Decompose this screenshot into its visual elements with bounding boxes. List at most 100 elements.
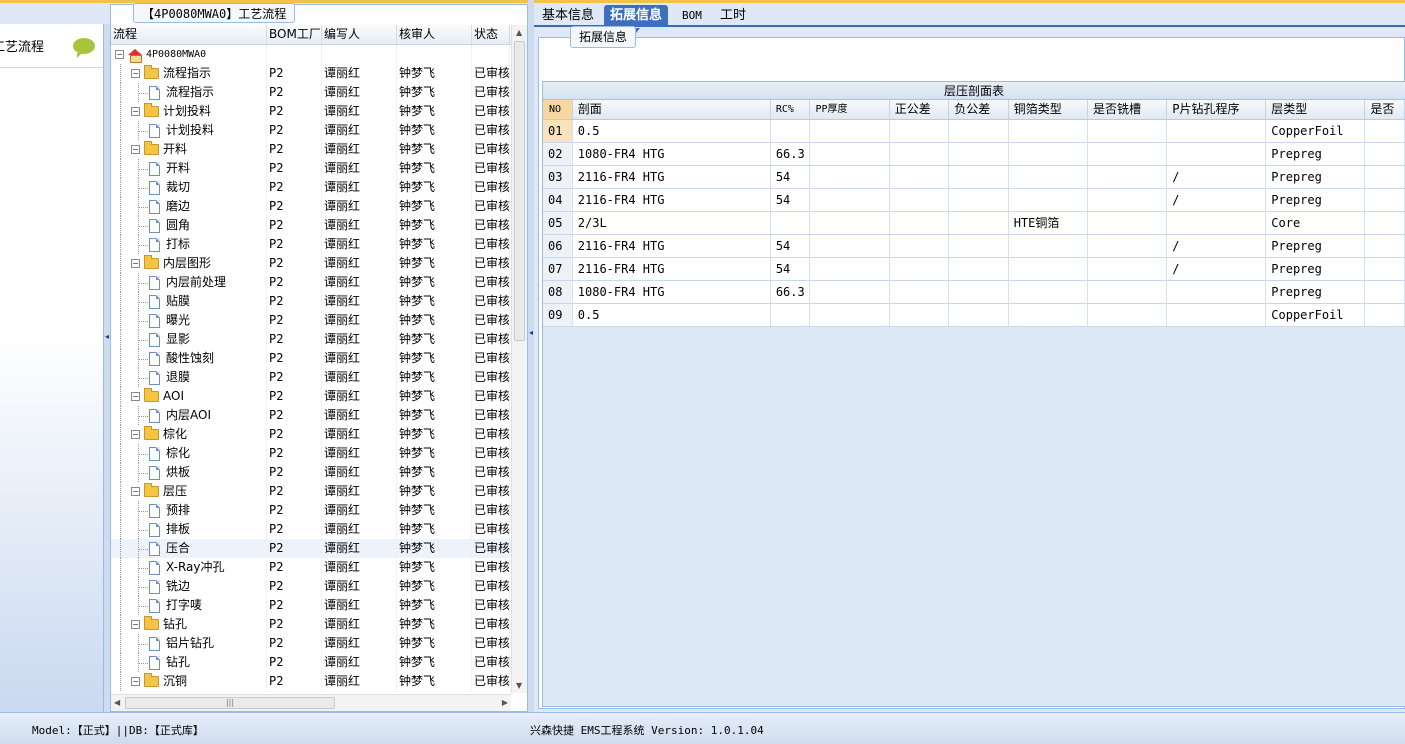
tree-row[interactable]: 圆角 P2 谭丽红 钟梦飞 已审核 (111, 216, 527, 235)
tree-node[interactable]: 流程指示 (149, 83, 214, 102)
tree-row[interactable]: 计划投料 P2 谭丽红 钟梦飞 已审核 (111, 121, 527, 140)
tree-row[interactable]: 钻孔 P2 谭丽红 钟梦飞 已审核 (111, 653, 527, 672)
stack-cell-drill[interactable]: / (1167, 166, 1267, 188)
stack-cell-pos[interactable] (890, 143, 950, 165)
stack-cell-pos[interactable] (890, 281, 950, 303)
stack-cell-rc[interactable]: 66.3 (771, 143, 811, 165)
tree-row[interactable]: 排板 P2 谭丽红 钟梦飞 已审核 (111, 520, 527, 539)
tree-row[interactable]: 烘板 P2 谭丽红 钟梦飞 已审核 (111, 463, 527, 482)
stack-cell-neg[interactable] (949, 281, 1009, 303)
stack-cell-cu[interactable] (1009, 166, 1088, 188)
stack-column-header[interactable]: 是否铣槽 (1088, 100, 1168, 119)
stack-cell-extra[interactable] (1365, 212, 1405, 234)
collapse-toggle-icon[interactable]: − (131, 259, 140, 268)
stack-cell-rc[interactable]: 54 (771, 235, 811, 257)
stack-table-row[interactable]: 08 1080-FR4 HTG 66.3 Prepreg (543, 281, 1405, 304)
tree-node[interactable]: 压合 (149, 539, 190, 558)
stack-table-row[interactable]: 06 2116-FR4 HTG 54 /Prepreg (543, 235, 1405, 258)
tree-node[interactable]: − AOI (131, 387, 184, 406)
stack-cell-cu[interactable]: HTE铜箔 (1009, 212, 1088, 234)
tab-extension-info[interactable]: 拓展信息 (604, 5, 669, 33)
tree-node[interactable]: − 4P0080MWA0 (115, 45, 206, 64)
tree-node[interactable]: 开料 (149, 159, 190, 178)
tree-row[interactable]: 铝片钻孔 P2 谭丽红 钟梦飞 已审核 (111, 634, 527, 653)
tree-node[interactable]: 贴膜 (149, 292, 190, 311)
tree-row[interactable]: 曝光 P2 谭丽红 钟梦飞 已审核 (111, 311, 527, 330)
stack-cell-neg[interactable] (949, 166, 1009, 188)
tree-node[interactable]: − 层压 (131, 482, 187, 501)
stack-cell-type[interactable]: Prepreg (1266, 258, 1366, 280)
tree-row[interactable]: − 层压 P2 谭丽红 钟梦飞 已审核 (111, 482, 527, 501)
stack-cell-neg[interactable] (949, 120, 1009, 142)
tree-node[interactable]: X-Ray冲孔 (149, 558, 224, 577)
tree-node[interactable]: − 内层图形 (131, 254, 211, 273)
stack-cell-cu[interactable] (1009, 143, 1088, 165)
stack-cell-mill[interactable] (1088, 166, 1168, 188)
stack-cell-pp[interactable] (810, 143, 890, 165)
collapse-toggle-icon[interactable]: − (131, 69, 140, 78)
tree-vscroll-thumb[interactable] (514, 41, 525, 341)
stack-cell-type[interactable]: Prepreg (1266, 166, 1366, 188)
tree-row[interactable]: 磨边 P2 谭丽红 钟梦飞 已审核 (111, 197, 527, 216)
stack-column-header[interactable]: NO (543, 100, 573, 119)
stack-cell-drill[interactable]: / (1167, 235, 1267, 257)
tree-row[interactable]: − 计划投料 P2 谭丽红 钟梦飞 已审核 (111, 102, 527, 121)
stack-cell-drill[interactable]: / (1167, 189, 1267, 211)
stack-column-header[interactable]: PP厚度 (810, 100, 890, 119)
stack-cell-section[interactable]: 2116-FR4 HTG (573, 189, 771, 211)
tree-column-header[interactable]: 编写人 (322, 25, 397, 44)
tree-horizontal-scrollbar[interactable]: ◀ ||| ▶ (111, 694, 511, 711)
collapse-toggle-icon[interactable]: − (131, 107, 140, 116)
stack-column-header[interactable]: P片钻孔程序 (1167, 100, 1267, 119)
tree-row[interactable]: 退膜 P2 谭丽红 钟梦飞 已审核 (111, 368, 527, 387)
stack-cell-rc[interactable]: 54 (771, 258, 811, 280)
stack-cell-extra[interactable] (1365, 120, 1405, 142)
stack-cell-no[interactable]: 07 (543, 258, 573, 280)
stack-cell-mill[interactable] (1088, 120, 1168, 142)
stack-cell-extra[interactable] (1365, 235, 1405, 257)
tree-row[interactable]: − 沉铜 P2 谭丽红 钟梦飞 已审核 (111, 672, 527, 691)
stack-cell-pp[interactable] (810, 304, 890, 326)
stack-cell-cu[interactable] (1009, 258, 1088, 280)
stack-cell-pp[interactable] (810, 166, 890, 188)
collapse-toggle-icon[interactable]: − (131, 620, 140, 629)
tab-basic-info[interactable]: 基本信息 (536, 5, 600, 27)
stack-cell-pp[interactable] (810, 189, 890, 211)
tree-row[interactable]: 预排 P2 谭丽红 钟梦飞 已审核 (111, 501, 527, 520)
stack-cell-type[interactable]: CopperFoil (1266, 120, 1366, 142)
stack-cell-drill[interactable] (1167, 212, 1267, 234)
stack-cell-neg[interactable] (949, 258, 1009, 280)
stack-table-row[interactable]: 05 2/3L HTE铜箔 Core (543, 212, 1405, 235)
stack-table-row[interactable]: 04 2116-FR4 HTG 54 /Prepreg (543, 189, 1405, 212)
scroll-up-icon[interactable]: ▲ (516, 28, 522, 37)
tree-row[interactable]: − AOI P2 谭丽红 钟梦飞 已审核 (111, 387, 527, 406)
tree-row[interactable]: 棕化 P2 谭丽红 钟梦飞 已审核 (111, 444, 527, 463)
stack-cell-section[interactable]: 2/3L (573, 212, 771, 234)
tree-node[interactable]: 烘板 (149, 463, 190, 482)
tree-node[interactable]: 打标 (149, 235, 190, 254)
stack-cell-rc[interactable]: 66.3 (771, 281, 811, 303)
tree-column-header[interactable]: 核审人 (397, 25, 472, 44)
tree-row[interactable]: 贴膜 P2 谭丽红 钟梦飞 已审核 (111, 292, 527, 311)
tree-row[interactable]: 打标 P2 谭丽红 钟梦飞 已审核 (111, 235, 527, 254)
stack-cell-pos[interactable] (890, 258, 950, 280)
tree-column-header[interactable]: BOM工厂 (267, 25, 322, 44)
stack-cell-pos[interactable] (890, 212, 950, 234)
tree-row[interactable]: 打字唛 P2 谭丽红 钟梦飞 已审核 (111, 596, 527, 615)
tree-node[interactable]: 圆角 (149, 216, 190, 235)
tree-row[interactable]: 铣边 P2 谭丽红 钟梦飞 已审核 (111, 577, 527, 596)
collapse-toggle-icon[interactable]: − (131, 145, 140, 154)
stack-cell-section[interactable]: 0.5 (573, 120, 771, 142)
tree-node[interactable]: 曝光 (149, 311, 190, 330)
stack-cell-rc[interactable]: 54 (771, 189, 811, 211)
tree-node[interactable]: − 计划投料 (131, 102, 211, 121)
stack-cell-pp[interactable] (810, 212, 890, 234)
stack-cell-cu[interactable] (1009, 281, 1088, 303)
stack-cell-no[interactable]: 06 (543, 235, 573, 257)
stack-cell-drill[interactable] (1167, 304, 1267, 326)
tree-node[interactable]: 计划投料 (149, 121, 214, 140)
tree-row[interactable]: − 钻孔 P2 谭丽红 钟梦飞 已审核 (111, 615, 527, 634)
tree-node[interactable]: − 沉铜 (131, 672, 187, 691)
tree-node[interactable]: 磨边 (149, 197, 190, 216)
tree-row[interactable]: 压合 P2 谭丽红 钟梦飞 已审核 (111, 539, 527, 558)
